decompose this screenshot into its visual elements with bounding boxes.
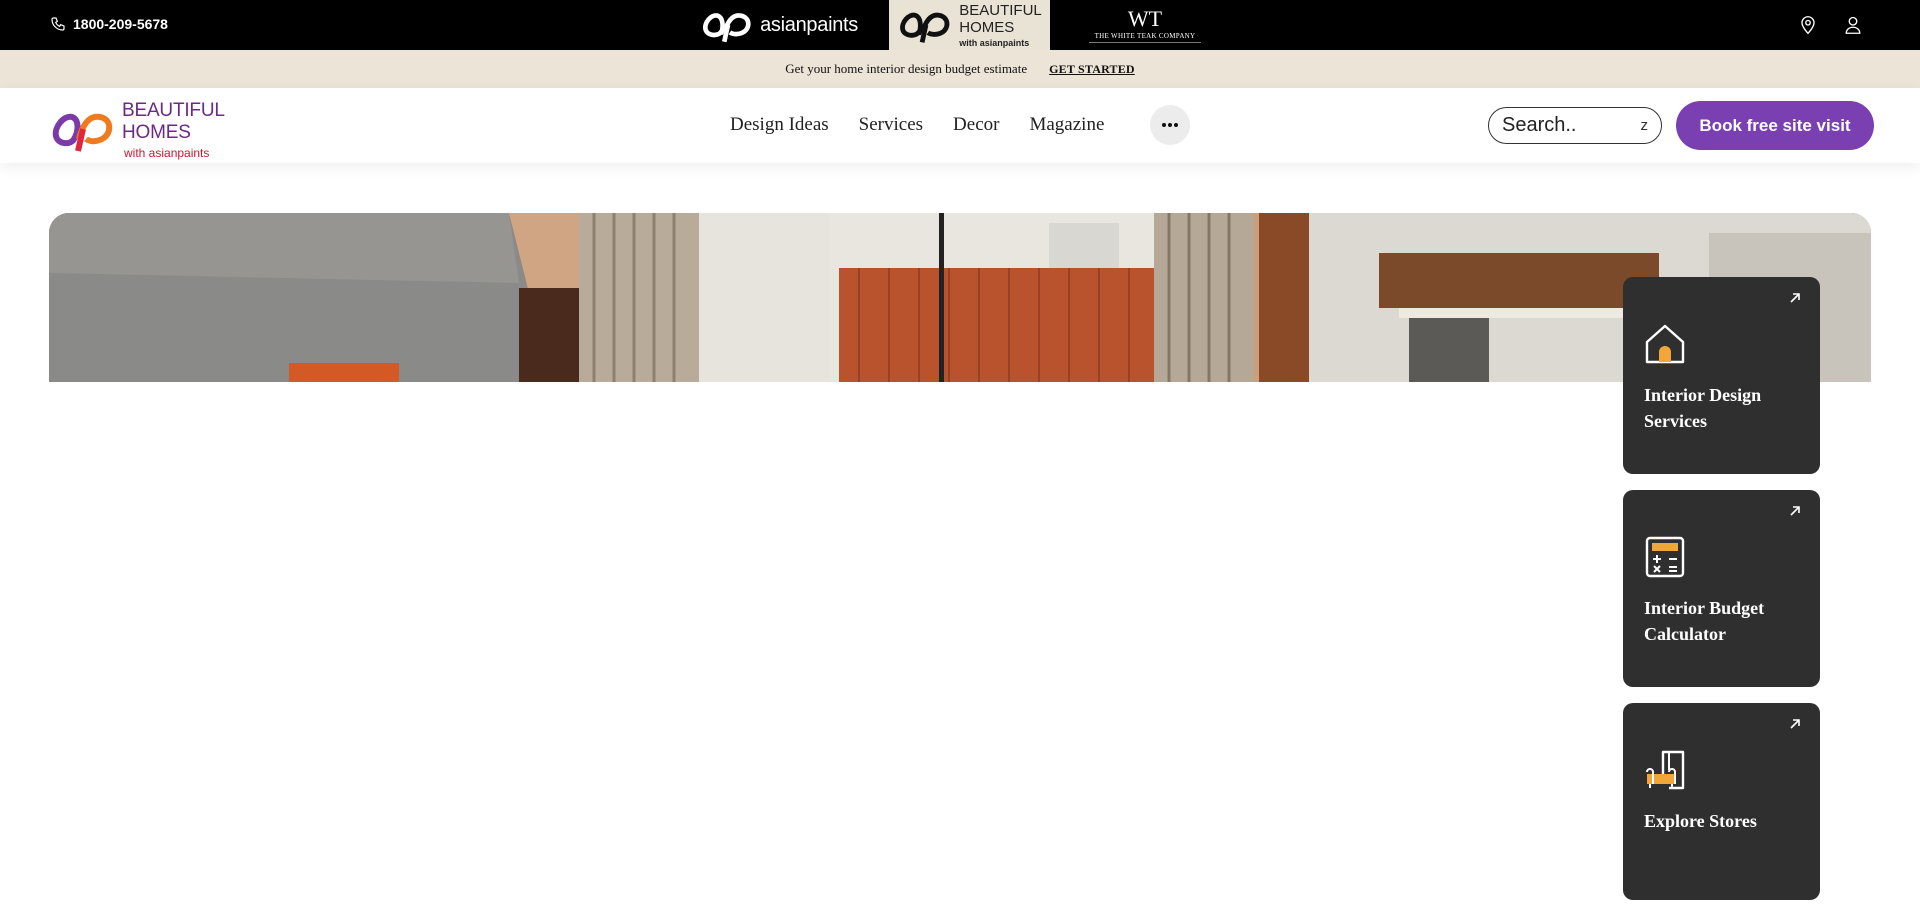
card-explore-stores[interactable]: Explore Stores <box>1623 703 1820 900</box>
hero-banner-image <box>49 213 1871 382</box>
more-dots-icon <box>1162 123 1178 127</box>
phone-number: 1800-209-5678 <box>73 16 168 32</box>
top-bar: 1800-209-5678 asianpaints BEAUTIFUL HOME… <box>0 0 1920 50</box>
asianpaints-brand-link[interactable]: asianpaints <box>700 0 858 50</box>
card-title: Explore Stores <box>1644 811 1757 831</box>
get-started-link[interactable]: GET STARTED <box>1049 62 1135 77</box>
more-menu-button[interactable] <box>1150 105 1190 145</box>
beautiful-homes-logo-icon <box>900 12 950 43</box>
site-logo[interactable]: BEAUTIFUL HOMES with asianpaints <box>50 100 225 160</box>
nav-item-design-ideas[interactable]: Design Ideas <box>730 114 829 136</box>
beautiful-homes-logo-icon <box>52 113 113 152</box>
white-teak-brand-link[interactable]: WT THE WHITE TEAK COMPANY <box>1080 0 1210 50</box>
card-interior-budget-calculator[interactable]: Interior Budget Calculator <box>1623 490 1820 687</box>
brand-line2: HOMES <box>959 19 1015 36</box>
white-teak-name: THE WHITE TEAK COMPANY <box>1094 31 1196 40</box>
card-title: Interior Design Services <box>1644 385 1762 431</box>
logo-line2: HOMES <box>122 122 191 143</box>
hero-interior-illustration <box>49 213 1871 382</box>
store-locator-button[interactable] <box>1797 13 1819 37</box>
logo-text: BEAUTIFUL HOMES with asianpaints <box>122 100 225 160</box>
beautiful-homes-brand-link[interactable]: BEAUTIFUL HOMES with asianpaints <box>889 0 1050 50</box>
card-title: Interior Budget Calculator <box>1644 598 1765 644</box>
promo-banner: Get your home interior design budget est… <box>0 50 1920 88</box>
arrow-up-right-icon <box>1790 506 1800 516</box>
logo-line1: BEAUTIFUL <box>122 100 225 121</box>
nav-item-services[interactable]: Services <box>859 114 923 136</box>
book-site-visit-button[interactable]: Book free site visit <box>1676 101 1874 150</box>
asianpaints-logo-icon <box>702 13 751 43</box>
white-teak-monogram: WT <box>1127 5 1163 31</box>
search-box: z <box>1488 107 1662 144</box>
beautiful-homes-brand-text: BEAUTIFUL HOMES with asianpaints <box>959 2 1042 48</box>
account-button[interactable] <box>1842 13 1864 37</box>
brand-line3: with asianpaints <box>959 38 1030 48</box>
location-pin-icon <box>1801 16 1815 35</box>
user-icon <box>1845 16 1861 34</box>
main-navigation: BEAUTIFUL HOMES with asianpaints Design … <box>0 88 1920 163</box>
promo-text: Get your home interior design budget est… <box>785 61 1028 76</box>
phone-link[interactable]: 1800-209-5678 <box>50 16 168 32</box>
white-teak-divider <box>1089 41 1201 43</box>
arrow-up-right-icon <box>1790 293 1800 303</box>
calculator-icon <box>1645 536 1685 578</box>
card-interior-design-services[interactable]: Interior Design Services <box>1623 277 1820 474</box>
primary-menu: Design Ideas Services Decor Magazine <box>730 114 1104 136</box>
brand-line1: BEAUTIFUL <box>959 2 1042 19</box>
store-sofa-icon <box>1646 750 1685 790</box>
nav-item-magazine[interactable]: Magazine <box>1029 114 1104 136</box>
logo-line3: with asianpaints <box>124 146 210 160</box>
phone-icon <box>51 17 65 31</box>
search-shortcut-hint: z <box>1640 117 1649 134</box>
arrow-up-right-icon <box>1790 719 1800 729</box>
asianpaints-brand-name: asianpaints <box>760 13 858 36</box>
nav-item-decor[interactable]: Decor <box>953 114 999 136</box>
search-input[interactable] <box>1502 114 1632 137</box>
house-icon <box>1645 324 1685 364</box>
